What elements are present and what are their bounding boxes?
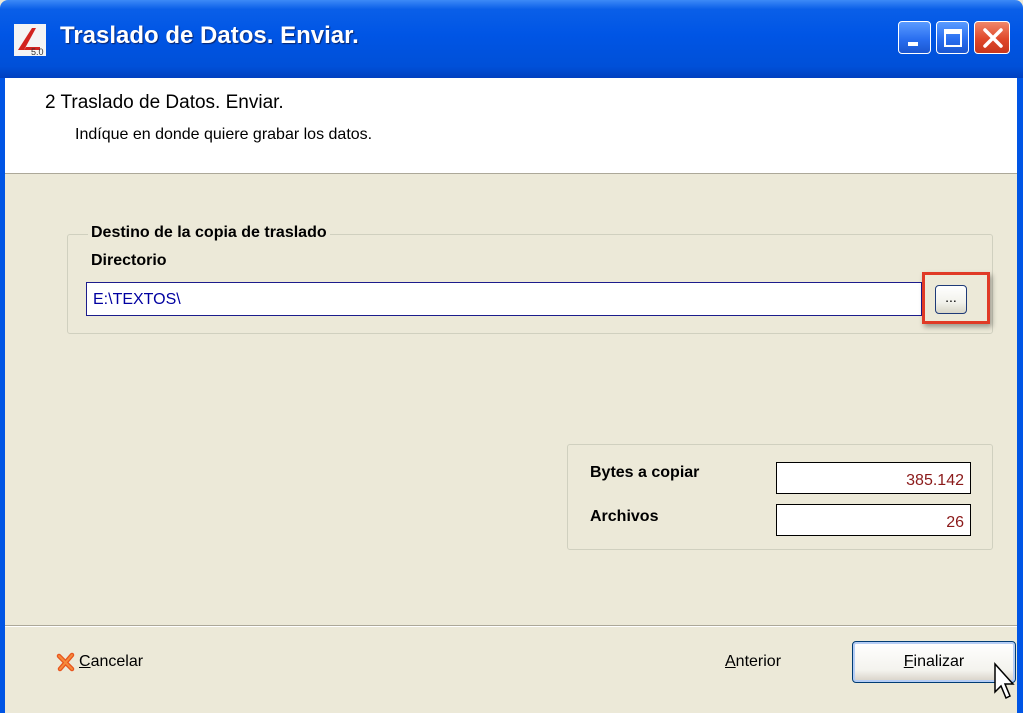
bytes-value: 385.142 xyxy=(776,462,971,494)
files-value: 26 xyxy=(776,504,971,536)
title-bar[interactable]: 5.0 Traslado de Datos. Enviar. xyxy=(0,0,1023,78)
svg-text:5.0: 5.0 xyxy=(31,47,44,56)
step-subtitle: Indíque en donde quiere grabar los datos… xyxy=(75,126,373,143)
directory-label: Directorio xyxy=(91,252,167,269)
close-button[interactable] xyxy=(974,21,1010,54)
cancel-button[interactable]: Cancelar xyxy=(56,652,143,672)
app-logo-icon: 5.0 xyxy=(14,24,46,56)
mouse-cursor-icon xyxy=(994,662,1015,700)
bytes-label: Bytes a copiar xyxy=(590,464,700,481)
finish-button[interactable]: Finalizar xyxy=(852,641,1016,683)
close-icon xyxy=(983,28,1003,48)
destination-group-title: Destino de la copia de traslado xyxy=(88,224,330,242)
step-title: 2 Traslado de Datos. Enviar. xyxy=(45,92,284,113)
maximize-icon xyxy=(944,29,962,47)
files-label: Archivos xyxy=(590,508,659,525)
window-title: Traslado de Datos. Enviar. xyxy=(60,22,359,49)
footer-separator xyxy=(5,625,1017,627)
directory-input[interactable]: E:\TEXTOS\ xyxy=(86,282,922,316)
maximize-button[interactable] xyxy=(936,21,969,54)
previous-button[interactable]: Anterior xyxy=(725,653,781,671)
minimize-icon xyxy=(908,42,918,46)
window-frame-right xyxy=(1017,78,1023,713)
wizard-header: 2 Traslado de Datos. Enviar. Indíque en … xyxy=(5,78,1017,174)
minimize-button[interactable] xyxy=(898,21,931,54)
cancel-x-icon xyxy=(56,652,75,672)
cancel-label: Cancelar xyxy=(79,653,144,670)
browse-button[interactable]: ... xyxy=(935,285,967,314)
